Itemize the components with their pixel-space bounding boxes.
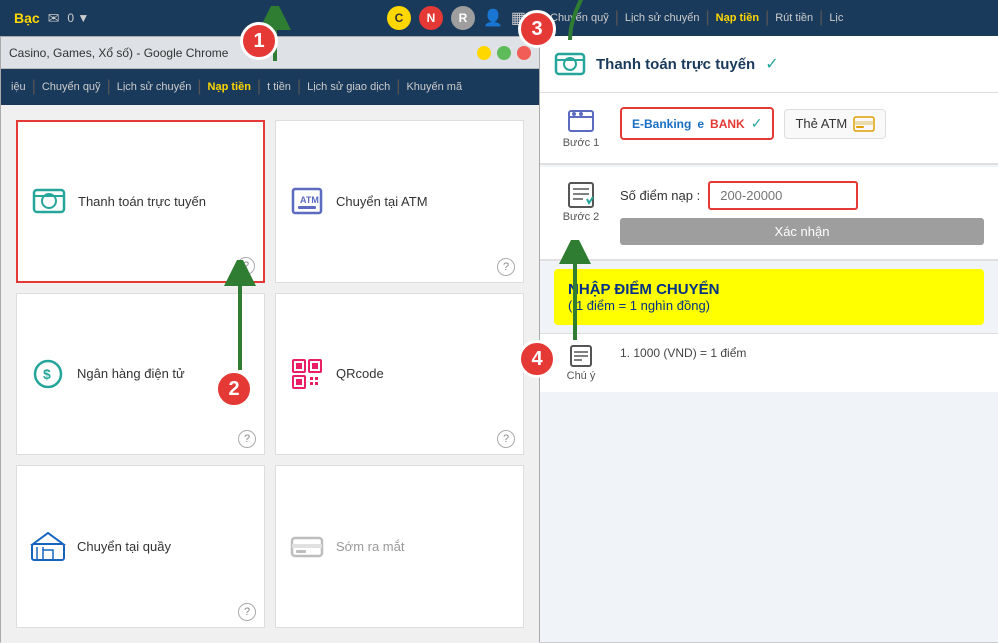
note-label: Chú ý — [567, 370, 596, 382]
rnav-lic[interactable]: Lịc — [829, 12, 843, 24]
payment-card-online[interactable]: Thanh toán trực tuyến ? — [16, 120, 265, 283]
atm-icon: ATM — [288, 182, 326, 220]
note-content: 1. 1000 (VND) = 1 điểm — [620, 346, 746, 360]
nav-chuyenquy[interactable]: Chuyển quỹ — [42, 81, 101, 93]
online-payment-label: Thanh toán trực tuyến — [78, 194, 206, 209]
chrome-window: Casino, Games, Xổ số) - Google Chrome iệ… — [0, 36, 540, 642]
ebank-label: Ngân hàng điện tử — [77, 366, 185, 381]
verified-badge: ✓ — [765, 54, 778, 74]
chrome-minimize[interactable] — [477, 46, 491, 60]
icon-c-badge[interactable]: C — [387, 6, 411, 30]
nav-ruttien[interactable]: t tiền — [267, 81, 291, 93]
payment-card-counter[interactable]: Chuyển tại quầy ? — [16, 465, 265, 628]
note-section: Chú ý 1. 1000 (VND) = 1 điểm — [540, 333, 998, 392]
ebanking-option[interactable]: E-Banking e BANK ✓ — [620, 107, 774, 140]
atm-option-label: Thẻ ATM — [795, 116, 847, 131]
user-icon: 👤 — [483, 8, 503, 28]
payment-header: Thanh toán trực tuyến ✓ — [540, 36, 998, 93]
atm-help-icon[interactable]: ? — [497, 258, 515, 276]
mail-icon: ✉ — [48, 10, 60, 27]
step1-badge: 1 — [240, 22, 278, 60]
nav-khuyenma[interactable]: Khuyến mã — [406, 81, 462, 93]
rnav-lichsu[interactable]: Lịch sử chuyển — [625, 12, 700, 24]
step2-content: Số điểm nạp : Xác nhận — [620, 181, 984, 245]
callout-box: NHẬP ĐIỂM CHUYỂN ( 1 điểm = 1 nghìn đồng… — [554, 269, 984, 325]
ebank-check: ✓ — [751, 115, 763, 132]
bank-brand: BANK — [710, 117, 745, 131]
step2-label: Bước 2 — [563, 211, 600, 223]
nav-lichsugiaodich[interactable]: Lịch sử giao dịch — [307, 81, 390, 93]
icon-n-badge[interactable]: N — [419, 6, 443, 30]
counter-icon — [29, 528, 67, 566]
chrome-close[interactable] — [517, 46, 531, 60]
app-nav: iệu | Chuyển quỹ | Lịch sử chuyển | Nạp … — [1, 69, 539, 105]
qr-label: QRcode — [336, 366, 384, 381]
counter-help-icon[interactable]: ? — [238, 603, 256, 621]
ebanking-text: E-Banking — [632, 117, 691, 131]
arrow4 — [550, 240, 600, 350]
nav-naptien[interactable]: Nạp tiền — [208, 81, 251, 93]
payment-card-atm[interactable]: ATM Chuyển tại ATM ? — [275, 120, 524, 283]
ebank-icon: $ — [29, 355, 67, 393]
soon-label: Sớm ra mắt — [336, 539, 404, 554]
step2-icon — [567, 181, 595, 209]
svg-text:ATM: ATM — [300, 195, 319, 205]
step2-badge: 2 — [215, 370, 253, 408]
ebank-help-icon[interactable]: ? — [238, 430, 256, 448]
icon-r-badge[interactable]: R — [451, 6, 475, 30]
step3-badge: 3 — [518, 10, 556, 48]
step1-section: Bước 1 E-Banking e BANK ✓ Thẻ ATM — [540, 93, 998, 165]
chrome-maximize[interactable] — [497, 46, 511, 60]
payment-grid: Thanh toán trực tuyến ? ATM Chuyển tại A… — [1, 105, 539, 643]
payment-card-qr[interactable]: QRcode ? — [275, 293, 524, 456]
callout-title: NHẬP ĐIỂM CHUYỂN — [568, 281, 970, 298]
step1-content: E-Banking e BANK ✓ Thẻ ATM — [620, 107, 984, 149]
confirm-button[interactable]: Xác nhận — [620, 218, 984, 245]
counter-label: Chuyển tại quầy — [77, 539, 171, 554]
step2-section: Bước 2 Số điểm nạp : Xác nhận — [540, 167, 998, 261]
username-label: Bạc — [14, 10, 40, 26]
newcard-icon — [288, 528, 326, 566]
callout-subtitle: ( 1 điểm = 1 nghìn đồng) — [568, 298, 970, 313]
step4-badge: 4 — [518, 340, 556, 378]
points-label: Số điểm nạp : — [620, 188, 700, 203]
nav-lichsuchuyen[interactable]: Lịch sử chuyển — [117, 81, 192, 93]
chrome-controls — [477, 46, 531, 60]
payment-card-soon[interactable]: Sớm ra mắt — [275, 465, 524, 628]
right-panel: Chuyển quỹ | Lịch sử chuyển | Nạp tiền |… — [540, 0, 998, 642]
arrow2 — [215, 260, 265, 380]
step1-icon — [567, 107, 595, 135]
qr-icon — [288, 355, 326, 393]
rnav-ruttien[interactable]: Rút tiền — [775, 12, 813, 24]
atm-card-icon — [853, 116, 875, 132]
points-input[interactable] — [708, 181, 858, 210]
atm-card-option[interactable]: Thẻ ATM — [784, 109, 886, 139]
qr-help-icon[interactable]: ? — [497, 430, 515, 448]
mail-count: 0 ▼ — [67, 11, 89, 25]
right-nav: Chuyển quỹ | Lịch sử chuyển | Nạp tiền |… — [540, 0, 998, 36]
nav-thongtin[interactable]: iệu — [11, 81, 26, 93]
ebank-brand: e — [697, 117, 704, 131]
header-payment-icon — [554, 48, 586, 80]
svg-text:$: $ — [43, 366, 51, 382]
step1-label: Bước 1 — [563, 137, 600, 149]
online-payment-icon — [30, 182, 68, 220]
atm-label: Chuyển tại ATM — [336, 194, 428, 209]
header-title: Thanh toán trực tuyến — [596, 56, 755, 73]
rnav-naptien[interactable]: Nạp tiền — [716, 12, 759, 24]
